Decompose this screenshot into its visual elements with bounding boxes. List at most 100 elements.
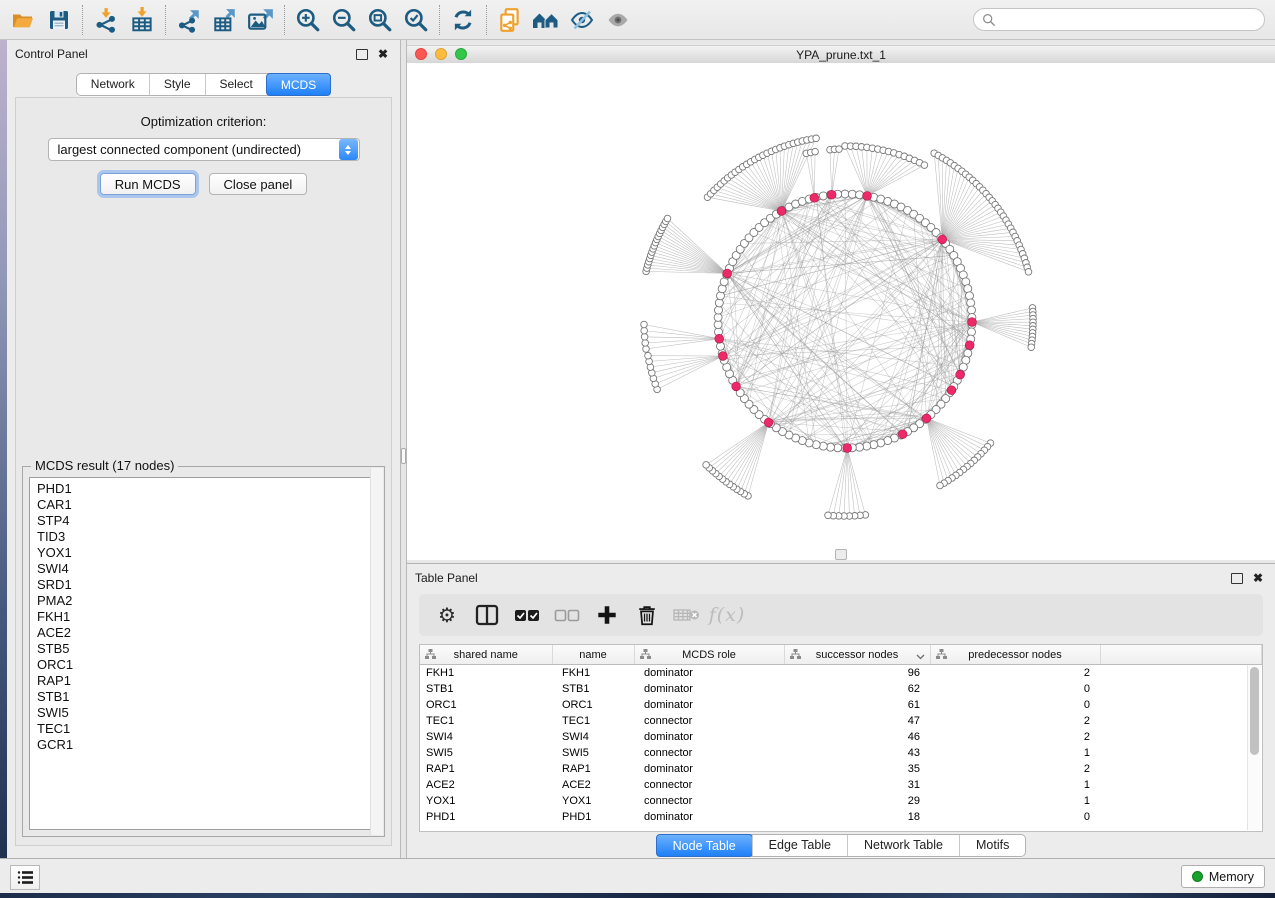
run-mcds-button[interactable]: Run MCDS xyxy=(100,173,196,195)
delete-table-button[interactable] xyxy=(667,597,707,633)
close-window-traffic-light[interactable] xyxy=(415,48,427,60)
table-scrollbar[interactable] xyxy=(1247,665,1261,830)
import-network-button[interactable] xyxy=(88,5,124,35)
float-table-panel-button[interactable] xyxy=(1231,573,1243,584)
list-item[interactable]: ACE2 xyxy=(37,625,377,641)
network-canvas[interactable] xyxy=(407,63,1275,560)
cell-mcds-role[interactable]: dominator xyxy=(634,665,784,682)
cell-shared-name[interactable]: ORC1 xyxy=(420,697,552,713)
add-column-button[interactable] xyxy=(587,597,627,633)
function-builder-button[interactable]: f(x) xyxy=(707,597,747,633)
cell-successor-nodes[interactable]: 18 xyxy=(784,809,930,825)
delete-column-button[interactable] xyxy=(627,597,667,633)
cell-name[interactable]: PHD1 xyxy=(552,809,634,825)
list-scrollbar[interactable] xyxy=(370,468,383,835)
horizontal-splitter-grip[interactable] xyxy=(835,549,847,560)
cell-successor-nodes[interactable]: 46 xyxy=(784,729,930,745)
cell-name[interactable]: ORC1 xyxy=(552,697,634,713)
cell-name[interactable]: SWI5 xyxy=(552,745,634,761)
cell-predecessor-nodes[interactable]: 1 xyxy=(930,793,1100,809)
search-field[interactable] xyxy=(973,8,1265,31)
cell-shared-name[interactable]: SWI4 xyxy=(420,729,552,745)
tab-motifs[interactable]: Motifs xyxy=(959,835,1025,856)
cell-name[interactable]: RAP1 xyxy=(552,761,634,777)
column-header-successor-nodes[interactable]: successor nodes xyxy=(784,645,930,665)
zoom-fit-button[interactable] xyxy=(362,5,398,35)
export-table-button[interactable] xyxy=(207,5,243,35)
cell-shared-name[interactable]: YOX1 xyxy=(420,793,552,809)
cell-predecessor-nodes[interactable]: 2 xyxy=(930,729,1100,745)
export-image-button[interactable] xyxy=(243,5,279,35)
float-panel-button[interactable] xyxy=(356,49,368,60)
cell-successor-nodes[interactable]: 35 xyxy=(784,761,930,777)
cell-shared-name[interactable]: PHD1 xyxy=(420,809,552,825)
duplicate-network-button[interactable] xyxy=(492,5,528,35)
network-window-titlebar[interactable]: YPA_prune.txt_1 xyxy=(407,45,1275,64)
table-row[interactable]: RAP1 RAP1 dominator 35 2 xyxy=(420,761,1262,777)
list-item[interactable]: STP4 xyxy=(37,513,377,529)
list-item[interactable]: GCR1 xyxy=(37,737,377,753)
tab-edge-table[interactable]: Edge Table xyxy=(752,835,847,856)
list-item[interactable]: TID3 xyxy=(37,529,377,545)
column-settings-button[interactable]: ⚙ xyxy=(427,597,467,633)
list-item[interactable]: PMA2 xyxy=(37,593,377,609)
cell-mcds-role[interactable]: dominator xyxy=(634,697,784,713)
table-row[interactable]: SWI4 SWI4 dominator 46 2 xyxy=(420,729,1262,745)
cell-shared-name[interactable]: TEC1 xyxy=(420,713,552,729)
cell-shared-name[interactable]: STB1 xyxy=(420,681,552,697)
cell-shared-name[interactable]: ACE2 xyxy=(420,777,552,793)
close-panel-action-button[interactable]: Close panel xyxy=(209,173,308,195)
sort-chevron-icon[interactable] xyxy=(916,651,925,663)
cell-predecessor-nodes[interactable]: 2 xyxy=(930,713,1100,729)
table-row[interactable]: SWI5 SWI5 connector 43 1 xyxy=(420,745,1262,761)
cell-predecessor-nodes[interactable]: 0 xyxy=(930,681,1100,697)
cell-mcds-role[interactable]: dominator xyxy=(634,681,784,697)
list-item[interactable]: RAP1 xyxy=(37,673,377,689)
search-input[interactable] xyxy=(996,12,1260,28)
select-all-button[interactable] xyxy=(507,597,547,633)
refresh-layout-button[interactable] xyxy=(445,5,481,35)
cell-name[interactable]: FKH1 xyxy=(552,665,634,682)
cell-successor-nodes[interactable]: 31 xyxy=(784,777,930,793)
list-item[interactable]: SWI5 xyxy=(37,705,377,721)
zoom-out-button[interactable] xyxy=(326,5,362,35)
list-item[interactable]: CAR1 xyxy=(37,497,377,513)
cell-successor-nodes[interactable]: 96 xyxy=(784,665,930,682)
minimize-window-traffic-light[interactable] xyxy=(435,48,447,60)
split-view-button[interactable] xyxy=(467,597,507,633)
list-item[interactable]: SRD1 xyxy=(37,577,377,593)
tab-style[interactable]: Style xyxy=(149,74,205,95)
cell-predecessor-nodes[interactable]: 2 xyxy=(930,665,1100,682)
cell-mcds-role[interactable]: dominator xyxy=(634,761,784,777)
column-header-predecessor-nodes[interactable]: predecessor nodes xyxy=(930,645,1100,665)
table-row[interactable]: TEC1 TEC1 connector 47 2 xyxy=(420,713,1262,729)
table-row[interactable]: PHD1 PHD1 dominator 18 0 xyxy=(420,809,1262,825)
vertical-splitter[interactable] xyxy=(400,40,407,858)
task-history-button[interactable] xyxy=(10,865,40,890)
cell-predecessor-nodes[interactable]: 2 xyxy=(930,761,1100,777)
cell-predecessor-nodes[interactable]: 0 xyxy=(930,697,1100,713)
memory-button[interactable]: Memory xyxy=(1181,865,1265,888)
tab-network-table[interactable]: Network Table xyxy=(847,835,959,856)
export-network-button[interactable] xyxy=(171,5,207,35)
list-item[interactable]: PHD1 xyxy=(37,481,377,497)
list-item[interactable]: TEC1 xyxy=(37,721,377,737)
table-row[interactable]: ORC1 ORC1 dominator 61 0 xyxy=(420,697,1262,713)
column-header-name[interactable]: name xyxy=(552,645,634,665)
cell-successor-nodes[interactable]: 61 xyxy=(784,697,930,713)
table-row[interactable]: FKH1 FKH1 dominator 96 2 xyxy=(420,665,1262,682)
open-file-button[interactable] xyxy=(5,5,41,35)
deselect-all-button[interactable] xyxy=(547,597,587,633)
cell-name[interactable]: ACE2 xyxy=(552,777,634,793)
cell-shared-name[interactable]: FKH1 xyxy=(420,665,552,682)
hide-selected-button[interactable] xyxy=(564,5,600,35)
close-table-panel-button[interactable]: ✖ xyxy=(1253,573,1263,583)
column-header-mcds-role[interactable]: MCDS role xyxy=(634,645,784,665)
cell-mcds-role[interactable]: connector xyxy=(634,713,784,729)
zoom-window-traffic-light[interactable] xyxy=(455,48,467,60)
mcds-result-list[interactable]: PHD1CAR1STP4TID3YOX1SWI4SRD1PMA2FKH1ACE2… xyxy=(29,477,378,830)
list-item[interactable]: STB5 xyxy=(37,641,377,657)
cell-successor-nodes[interactable]: 47 xyxy=(784,713,930,729)
cell-name[interactable]: YOX1 xyxy=(552,793,634,809)
table-scrollbar-thumb[interactable] xyxy=(1250,667,1259,755)
